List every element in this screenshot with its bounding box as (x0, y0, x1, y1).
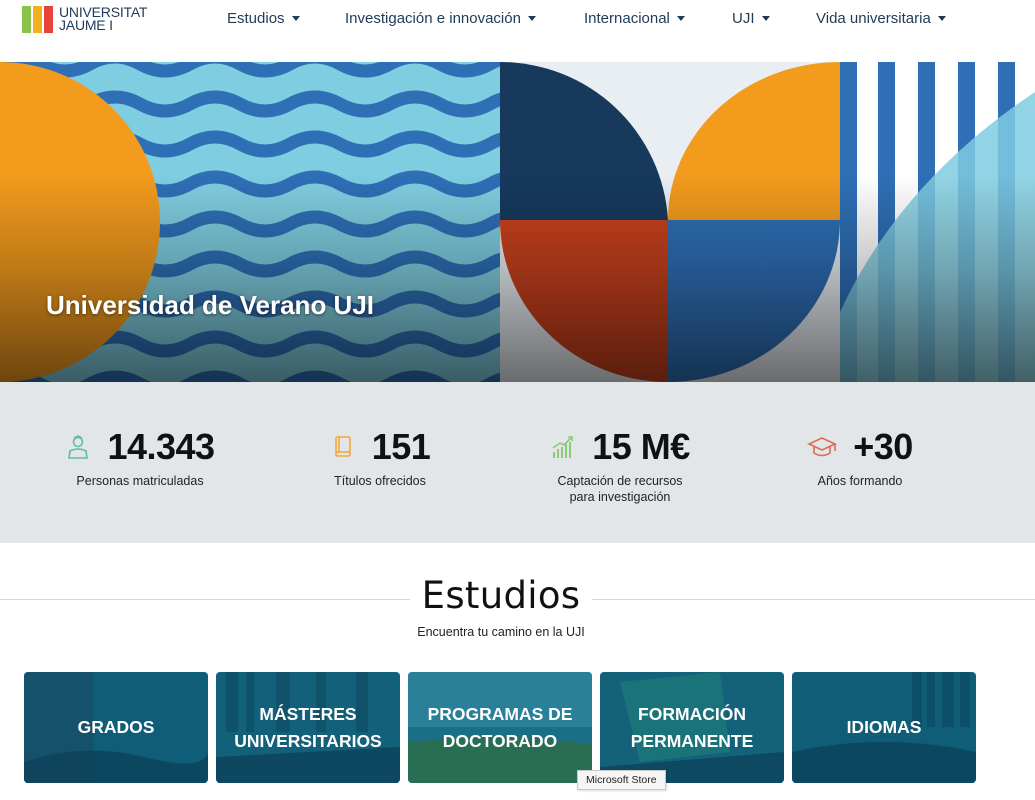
caret-down-icon (291, 16, 300, 21)
card-label: GRADOS (77, 717, 155, 737)
taskbar-tooltip: Microsoft Store (577, 770, 666, 790)
stat-value: +30 (853, 426, 913, 467)
caret-down-icon (761, 16, 770, 21)
logo-text: UNIVERSITAT JAUME I (59, 5, 147, 33)
nav-item-vida-universitaria[interactable]: Vida universitaria (816, 10, 946, 27)
nav-item-label: Investigación e innovación (345, 10, 521, 27)
nav-item-internacional[interactable]: Internacional (584, 10, 685, 27)
card-label: MÁSTERES UNIVERSITARIOS (234, 703, 382, 751)
stat-research-funding: 15 M€ Captación de recursos para investi… (505, 426, 735, 505)
studies-subtitle: Encuentra tu camino en la UJI (417, 625, 585, 639)
book-icon (334, 436, 351, 457)
logo-text-line2: JAUME I (59, 17, 113, 33)
card-masteres[interactable]: MÁSTERES UNIVERSITARIOS (216, 672, 400, 783)
site-header: UNIVERSITAT JAUME I Estudios Investigaci… (0, 0, 1035, 62)
stat-label: Años formando (817, 474, 903, 488)
studies-title: Estudios (421, 574, 581, 617)
card-label: PROGRAMAS DE DOCTORADO (427, 703, 573, 751)
stat-years: +30 Años formando (745, 426, 975, 489)
nav-item-label: Internacional (584, 10, 670, 27)
card-grados[interactable]: GRADOS (24, 672, 208, 783)
stat-value: 15 M€ (592, 426, 690, 467)
hero-banner[interactable]: Universidad de Verano UJI (0, 62, 1035, 382)
nav-item-label: Vida universitaria (816, 10, 931, 27)
growth-chart-icon (552, 436, 574, 458)
nav-item-estudios[interactable]: Estudios (227, 10, 300, 27)
stat-enrolled: 14.343 Personas matriculadas (25, 426, 255, 489)
nav-item-label: UJI (732, 10, 755, 27)
card-label: IDIOMAS (846, 717, 922, 737)
stats-section: 14.343 Personas matriculadas 151 Títulos… (0, 382, 1035, 543)
stat-label: Captación de recursos para investigación (557, 474, 683, 504)
uji-logo-mark (22, 5, 53, 33)
caret-down-icon (676, 16, 685, 21)
card-label: FORMACIÓN PERMANENTE (630, 703, 754, 751)
stat-degrees: 151 Títulos ofrecidos (265, 426, 495, 489)
hero-title[interactable]: Universidad de Verano UJI (46, 290, 374, 321)
card-idiomas[interactable]: IDIOMAS (792, 672, 976, 783)
card-doctorado[interactable]: PROGRAMAS DE DOCTORADO (408, 672, 592, 783)
student-icon (68, 435, 89, 459)
caret-down-icon (937, 16, 946, 21)
nav-item-investigacion[interactable]: Investigación e innovación (345, 10, 536, 27)
stat-label: Títulos ofrecidos (334, 474, 426, 488)
caret-down-icon (527, 16, 536, 21)
graduation-cap-icon (807, 437, 838, 457)
stat-label: Personas matriculadas (76, 474, 204, 488)
nav-item-uji[interactable]: UJI (732, 10, 770, 27)
hero-shade (0, 62, 1035, 382)
stat-value: 151 (371, 426, 431, 467)
stat-value: 14.343 (107, 426, 215, 467)
card-formacion-permanente[interactable]: FORMACIÓN PERMANENTE (600, 672, 784, 783)
uji-logo[interactable]: UNIVERSITAT JAUME I (22, 4, 147, 34)
nav-item-label: Estudios (227, 10, 285, 27)
